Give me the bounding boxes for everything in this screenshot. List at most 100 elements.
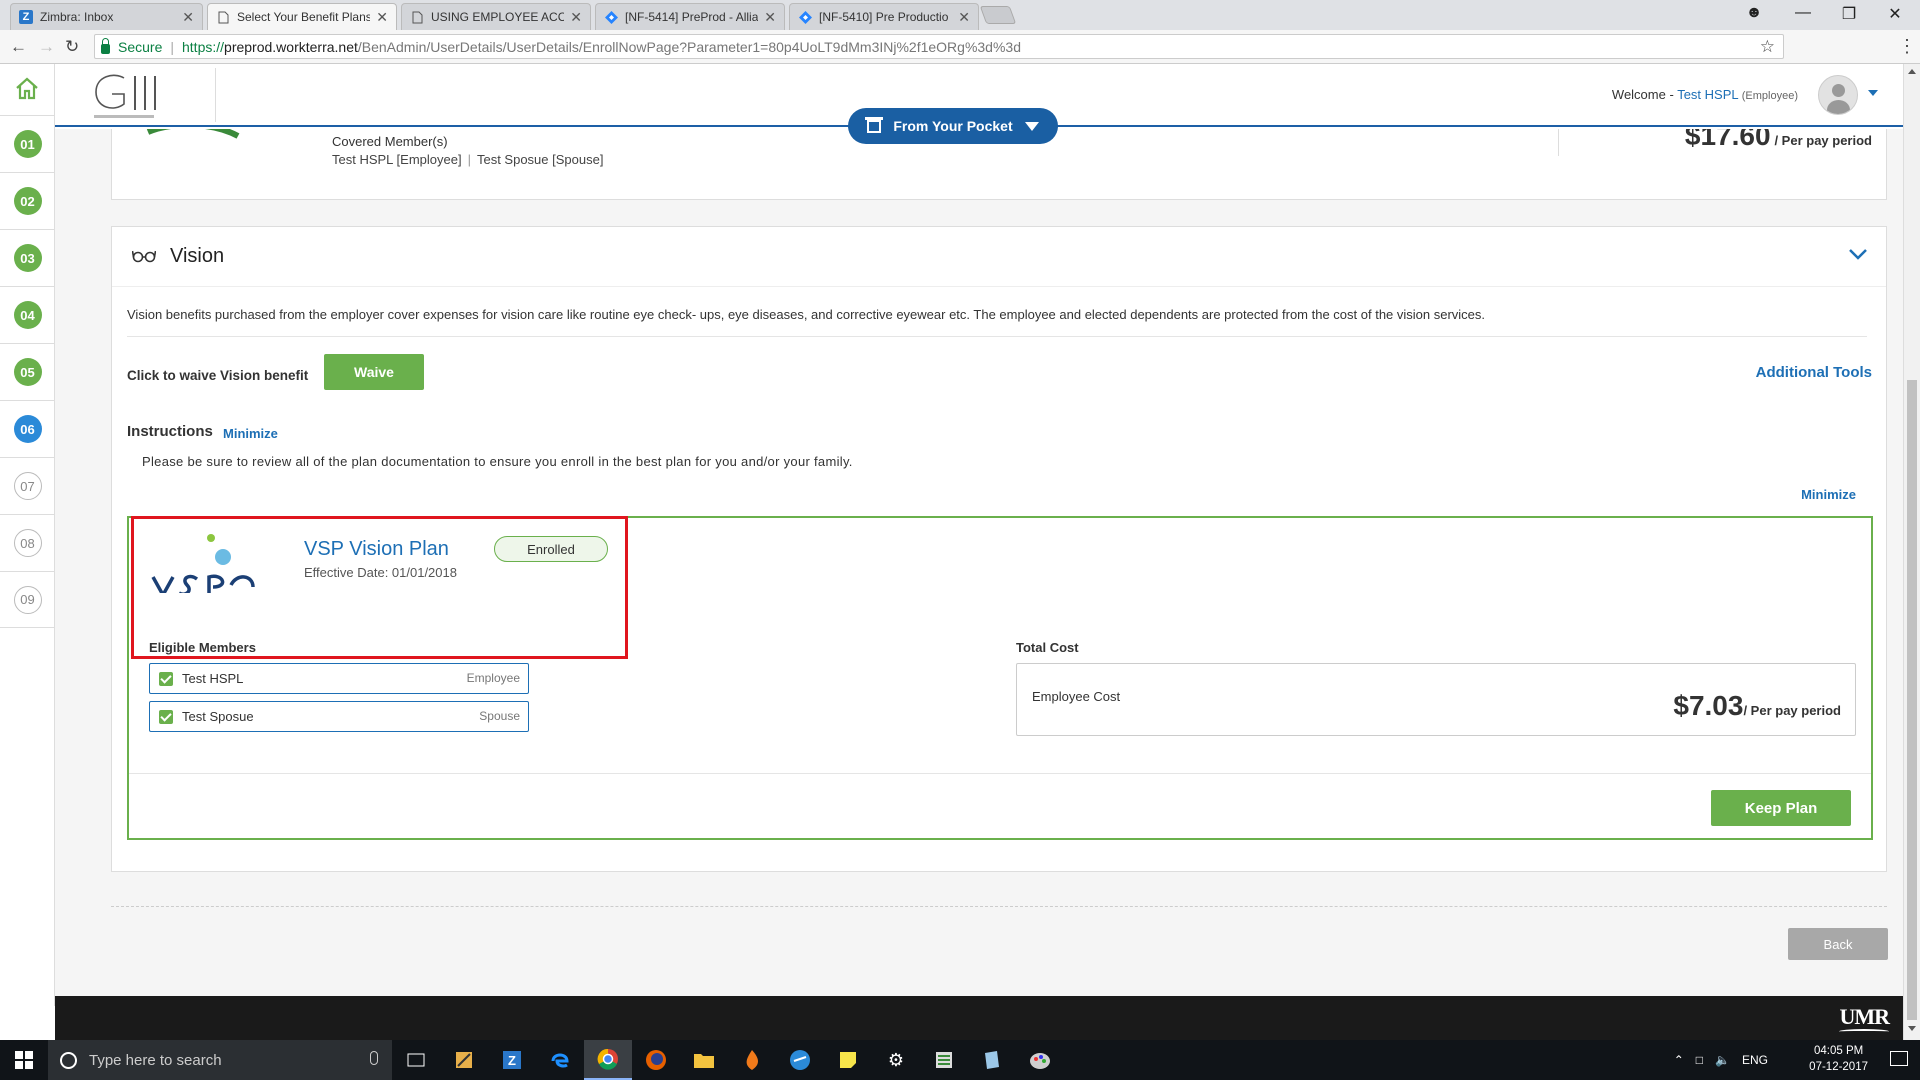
firefox-browser-icon[interactable] <box>632 1040 680 1080</box>
close-window-icon[interactable]: ✕ <box>1872 4 1918 24</box>
tab-employee-access[interactable]: USING EMPLOYEE ACCES ✕ <box>401 3 591 30</box>
windows-start-button[interactable] <box>0 1040 48 1080</box>
step-04[interactable]: 04 <box>0 286 55 343</box>
company-logo <box>94 74 156 118</box>
browser-menu-icon[interactable]: ⋮ <box>1898 36 1916 57</box>
edge-browser-icon[interactable] <box>536 1040 584 1080</box>
zimbra-app-icon[interactable]: Z <box>488 1040 536 1080</box>
tools-app-icon[interactable] <box>440 1040 488 1080</box>
step-08[interactable]: 08 <box>0 514 55 571</box>
bookmark-star-icon[interactable]: ☆ <box>1760 37 1775 57</box>
from-your-pocket-button[interactable]: From Your Pocket <box>848 108 1058 144</box>
new-tab-button[interactable] <box>979 6 1017 24</box>
forward-arrow-icon[interactable]: → <box>38 37 55 57</box>
flame-app-icon[interactable] <box>728 1040 776 1080</box>
taskbar-search-input[interactable]: Type here to search <box>48 1040 392 1080</box>
scroll-down-icon[interactable] <box>1908 1026 1916 1031</box>
step-06[interactable]: 06 <box>0 400 55 457</box>
vision-header[interactable]: Vision <box>112 227 1886 287</box>
divider <box>129 773 1871 774</box>
step-07[interactable]: 07 <box>0 457 55 514</box>
tab-title: [NF-5410] Pre Productio <box>819 10 949 24</box>
tab-benefit-plans[interactable]: Select Your Benefit Plans ✕ <box>207 3 397 30</box>
step-01[interactable]: 01 <box>0 115 55 172</box>
status-badge: Enrolled <box>494 536 608 562</box>
chat-app-icon[interactable] <box>776 1040 824 1080</box>
eligible-members-label: Eligible Members <box>149 640 256 655</box>
profile-icon[interactable]: ☻ <box>1731 4 1777 22</box>
tab-title: Select Your Benefit Plans <box>237 10 371 24</box>
user-role: (Employee) <box>1741 90 1798 102</box>
spreadsheet-app-icon[interactable] <box>920 1040 968 1080</box>
vision-description: Vision benefits purchased from the emplo… <box>127 307 1867 337</box>
close-icon[interactable]: ✕ <box>764 9 776 26</box>
cost-box: Employee Cost $7.03/ Per pay period <box>1016 663 1856 736</box>
plan-effective-date: Effective Date: 01/01/2018 <box>304 565 457 580</box>
tab-title: USING EMPLOYEE ACCES <box>431 10 564 24</box>
additional-tools-link[interactable]: Additional Tools <box>1756 364 1872 381</box>
member-separator: | <box>467 152 471 167</box>
step-03[interactable]: 03 <box>0 229 55 286</box>
sticky-notes-icon[interactable] <box>824 1040 872 1080</box>
minimize-window-icon[interactable]: — <box>1780 4 1826 22</box>
settings-gear-icon[interactable]: ⚙ <box>872 1040 920 1080</box>
paint-app-icon[interactable] <box>1016 1040 1064 1080</box>
plan-name-link[interactable]: VSP Vision Plan <box>304 538 449 561</box>
chevron-down-icon[interactable] <box>1868 90 1878 96</box>
scroll-thumb[interactable] <box>1907 380 1917 1020</box>
waive-button[interactable]: Waive <box>324 354 424 390</box>
pocket-label: From Your Pocket <box>893 118 1013 134</box>
tab-nf-5414[interactable]: [NF-5414] PreProd - Allia ✕ <box>595 3 785 30</box>
chevron-down-icon[interactable] <box>1848 247 1868 261</box>
file-explorer-icon[interactable] <box>680 1040 728 1080</box>
keep-plan-button[interactable]: Keep Plan <box>1711 790 1851 826</box>
scroll-up-icon[interactable] <box>1908 69 1916 74</box>
close-icon[interactable]: ✕ <box>570 9 582 26</box>
gift-icon <box>865 116 884 133</box>
input-language[interactable]: ENG <box>1742 1053 1768 1067</box>
task-view-icon[interactable] <box>392 1040 440 1080</box>
url-input[interactable]: Secure | https://preprod.workterra.net/B… <box>94 34 1784 59</box>
member-role: Spouse <box>479 709 520 723</box>
employee-cost: $7.03/ Per pay period <box>1673 690 1841 722</box>
member-checkbox-row[interactable]: Test HSPL Employee <box>149 663 529 694</box>
chevron-up-icon[interactable]: ⌃ <box>1674 1053 1684 1067</box>
system-tray: ⌃ □ 🔈 ENG <box>1662 1040 1768 1080</box>
notepad-app-icon[interactable] <box>968 1040 1016 1080</box>
chrome-browser-icon[interactable] <box>584 1040 632 1080</box>
cost-amount: $17.60 <box>1684 129 1771 151</box>
cortana-icon <box>60 1051 77 1069</box>
checkbox-checked-icon[interactable] <box>159 672 173 686</box>
plan-minimize-link[interactable]: Minimize <box>1801 487 1856 502</box>
checkbox-checked-icon[interactable] <box>159 710 173 724</box>
step-05[interactable]: 05 <box>0 343 55 400</box>
vsp-logo <box>151 534 255 593</box>
close-icon[interactable]: ✕ <box>376 9 388 26</box>
total-cost-label: Total Cost <box>1016 640 1079 655</box>
secure-indicator[interactable]: Secure <box>101 37 162 55</box>
member-checkbox-row[interactable]: Test Sposue Spouse <box>149 701 529 732</box>
tab-zimbra[interactable]: Z Zimbra: Inbox ✕ <box>10 3 203 30</box>
browser-tab-bar: Z Zimbra: Inbox ✕ Select Your Benefit Pl… <box>0 0 1920 30</box>
notification-center-icon[interactable] <box>1890 1051 1908 1066</box>
home-icon[interactable] <box>14 76 40 102</box>
microphone-icon[interactable] <box>370 1051 378 1065</box>
restore-window-icon[interactable]: ❐ <box>1826 4 1872 24</box>
close-icon[interactable]: ✕ <box>958 9 970 26</box>
volume-icon[interactable]: 🔈 <box>1715 1053 1730 1067</box>
avatar[interactable] <box>1818 75 1858 115</box>
close-icon[interactable]: ✕ <box>182 9 194 26</box>
taskbar-clock[interactable]: 04:05 PM 07-12-2017 <box>1809 1043 1868 1075</box>
page-scrollbar[interactable] <box>1903 64 1920 1040</box>
reload-icon[interactable]: ↻ <box>65 37 79 57</box>
tab-nf-5410[interactable]: [NF-5410] Pre Productio ✕ <box>789 3 979 30</box>
back-button[interactable]: Back <box>1788 928 1888 960</box>
step-02[interactable]: 02 <box>0 172 55 229</box>
previous-cost: $17.60 / Per pay period <box>1685 129 1872 152</box>
network-icon[interactable]: □ <box>1696 1053 1703 1067</box>
back-arrow-icon[interactable]: ← <box>10 37 27 57</box>
user-name[interactable]: Test HSPL <box>1677 87 1738 102</box>
zimbra-icon: Z <box>19 10 33 24</box>
instructions-minimize-link[interactable]: Minimize <box>223 426 278 441</box>
step-09[interactable]: 09 <box>0 571 55 628</box>
